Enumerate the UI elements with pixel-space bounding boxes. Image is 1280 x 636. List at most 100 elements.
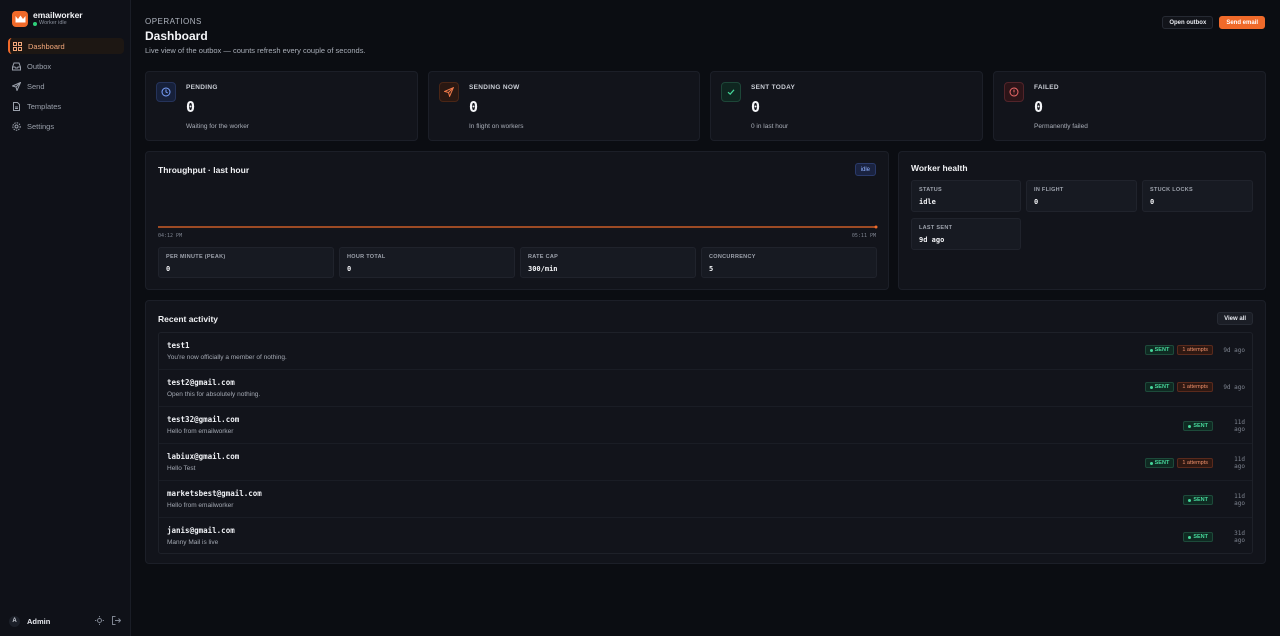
sidebar: emailworker Worker idle Dashboard Outbox… <box>0 0 131 636</box>
status-badge: SENT <box>1183 421 1213 431</box>
worker-status: Worker idle <box>33 20 83 27</box>
send-icon <box>12 81 21 91</box>
gear-icon <box>12 122 21 131</box>
stat-card-sending: SENDING NOW 0 In flight on workers <box>428 71 700 141</box>
status-badge: SENT <box>1144 382 1175 392</box>
list-item[interactable]: test2@gmail.com Open this for absolutely… <box>159 370 1252 407</box>
throughput-title: Throughput · last hour <box>158 165 250 175</box>
status-dot-icon <box>1149 348 1153 352</box>
stat-value: 0 <box>186 98 196 116</box>
throughput-status-badge: idle <box>854 163 876 176</box>
recent-activity-title: Recent activity <box>158 314 218 324</box>
sidebar-item-label: Dashboard <box>28 41 65 51</box>
stat-card-failed: FAILED 0 Permanently failed <box>993 71 1266 141</box>
stat-label: FAILED <box>1034 84 1059 91</box>
status-dot-icon <box>1188 535 1192 539</box>
activity-subject: Hello from emailworker <box>167 502 234 509</box>
list-item[interactable]: test1 You're now officially a member of … <box>159 333 1252 370</box>
attempts-badge: 1 attempts <box>1177 345 1213 355</box>
user-profile: A Admin <box>9 615 121 627</box>
status-dot-icon <box>1149 385 1153 389</box>
metric-concurrency: CONCURRENCY 5 <box>701 247 877 278</box>
metric-hour-total: HOUR TOTAL 0 <box>339 247 515 278</box>
stat-desc: In flight on workers <box>469 123 524 130</box>
stat-label: SENDING NOW <box>469 84 520 91</box>
attempts-badge: 1 attempts <box>1177 458 1213 468</box>
stat-value: 0 <box>1034 98 1044 116</box>
stat-label: PENDING <box>186 84 218 91</box>
throughput-chart <box>158 225 878 229</box>
sidebar-item-dashboard[interactable]: Dashboard <box>8 38 124 54</box>
avatar[interactable]: A <box>9 615 20 627</box>
activity-subject: Manny Mail is live <box>167 539 219 546</box>
activity-recipient: test2@gmail.com <box>167 378 235 387</box>
metric-rate-cap: RATE CAP 300/min <box>520 247 696 278</box>
brand[interactable]: emailworker Worker idle <box>12 10 83 27</box>
chart-end-label: 05:11 PM <box>851 233 876 239</box>
list-item[interactable]: janis@gmail.com Manny Mail is live SENT … <box>159 518 1252 555</box>
sidebar-nav: Dashboard Outbox Send Templates Settings <box>8 38 124 139</box>
stat-label: SENT TODAY <box>751 84 796 91</box>
activity-subject: You're now officially a member of nothin… <box>167 354 287 361</box>
activity-recipient: marketsbest@gmail.com <box>167 489 262 498</box>
page-eyebrow: OPERATIONS <box>145 17 202 26</box>
activity-time: 11d ago <box>1234 493 1245 507</box>
send-icon <box>439 82 459 102</box>
grid-icon <box>13 41 22 51</box>
logo-icon <box>12 10 28 27</box>
inbox-icon <box>12 62 21 71</box>
stat-value: 0 <box>469 98 479 116</box>
worker-health-title: Worker health <box>911 163 968 173</box>
check-icon <box>721 82 741 102</box>
activity-time: 11d ago <box>1234 456 1245 470</box>
sidebar-item-templates[interactable]: Templates <box>8 99 124 115</box>
metric-per-minute: PER MINUTE (PEAK) 0 <box>158 247 334 278</box>
attempts-badge: 1 attempts <box>1177 382 1213 392</box>
open-outbox-button[interactable]: Open outbox <box>1162 16 1214 29</box>
activity-time: 11d ago <box>1234 419 1245 433</box>
user-name: Admin <box>27 616 51 626</box>
sidebar-item-settings[interactable]: Settings <box>8 119 124 135</box>
worker-health-card: Worker health STATUS idle IN FLIGHT 0 ST… <box>898 151 1266 290</box>
activity-time: 9d ago <box>1223 346 1245 354</box>
stat-desc: Permanently failed <box>1034 123 1088 130</box>
page-title: Dashboard <box>145 29 208 43</box>
main-content: OPERATIONS Dashboard Live view of the ou… <box>131 0 1280 636</box>
status-badge: SENT <box>1144 345 1175 355</box>
activity-subject: Open this for absolutely nothing. <box>167 391 261 398</box>
status-dot-icon <box>1188 498 1192 502</box>
activity-time: 31d ago <box>1234 530 1245 544</box>
chart-start-label: 04:12 PM <box>158 233 183 239</box>
sidebar-item-send[interactable]: Send <box>8 78 124 94</box>
status-dot-icon <box>33 21 37 26</box>
activity-time: 9d ago <box>1223 383 1245 391</box>
list-item[interactable]: labiux@gmail.com Hello Test SENT 1 attem… <box>159 444 1252 481</box>
logout-icon[interactable] <box>112 616 121 625</box>
health-in-flight-tile: IN FLIGHT 0 <box>1026 180 1137 212</box>
status-badge: SENT <box>1183 532 1213 542</box>
status-dot-icon <box>1188 424 1192 428</box>
list-item[interactable]: marketsbest@gmail.com Hello from emailwo… <box>159 481 1252 518</box>
activity-recipient: janis@gmail.com <box>167 526 235 535</box>
clock-icon <box>156 82 176 102</box>
sidebar-item-label: Outbox <box>27 61 52 71</box>
status-badge: SENT <box>1183 495 1213 505</box>
status-badge: SENT <box>1144 458 1175 468</box>
send-email-button[interactable]: Send email <box>1219 16 1265 29</box>
stat-desc: 0 in last hour <box>751 123 789 130</box>
app-name: emailworker <box>33 10 83 20</box>
health-last-sent-tile: LAST SENT 9d ago <box>911 218 1021 250</box>
stat-card-sent-today: SENT TODAY 0 0 in last hour <box>710 71 983 141</box>
list-item[interactable]: test32@gmail.com Hello from emailworker … <box>159 407 1252 444</box>
sidebar-item-outbox[interactable]: Outbox <box>8 58 124 74</box>
sidebar-item-label: Templates <box>27 102 62 112</box>
health-stuck-locks-tile: STUCK LOCKS 0 <box>1142 180 1253 212</box>
alert-circle-icon <box>1004 82 1024 102</box>
view-all-button[interactable]: View all <box>1217 312 1253 325</box>
throughput-card: Throughput · last hour idle 04:12 PM 05:… <box>145 151 889 290</box>
file-icon <box>12 102 21 112</box>
theme-toggle-icon[interactable] <box>95 616 104 625</box>
activity-subject: Hello Test <box>167 465 196 472</box>
activity-list: test1 You're now officially a member of … <box>158 332 1253 554</box>
status-dot-icon <box>1149 461 1153 465</box>
